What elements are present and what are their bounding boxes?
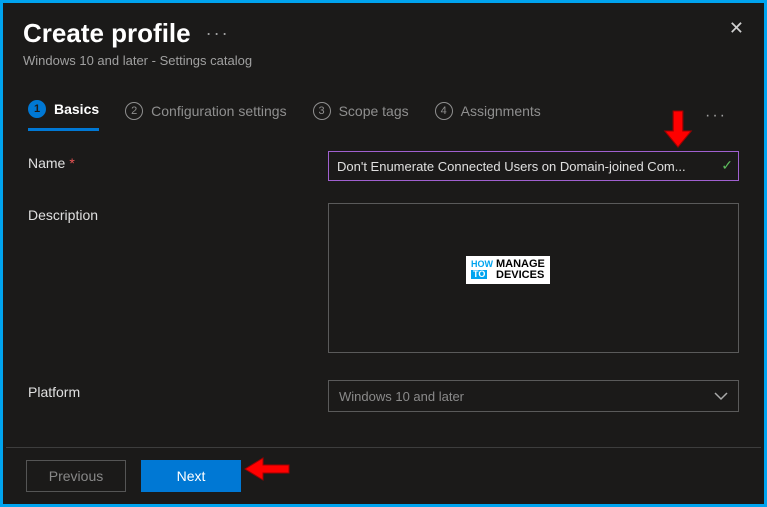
required-icon: * bbox=[69, 155, 74, 171]
watermark-logo: HOW TO MANAGE DEVICES bbox=[466, 256, 550, 284]
tab-basics[interactable]: 1 Basics bbox=[28, 100, 99, 131]
tab-badge-1: 1 bbox=[28, 100, 46, 118]
check-icon: ✓ bbox=[721, 157, 733, 174]
tab-scope-tags[interactable]: 3 Scope tags bbox=[313, 102, 409, 130]
previous-button[interactable]: Previous bbox=[26, 460, 126, 492]
footer: Previous Next bbox=[6, 447, 761, 504]
wizard-tabs: 1 Basics 2 Configuration settings 3 Scop… bbox=[3, 80, 764, 131]
tab-label: Assignments bbox=[461, 103, 541, 119]
name-input[interactable] bbox=[328, 151, 739, 181]
tab-badge-2: 2 bbox=[125, 102, 143, 120]
platform-label: Platform bbox=[28, 380, 328, 400]
annotation-arrow-down-icon bbox=[662, 109, 693, 149]
tab-configuration-settings[interactable]: 2 Configuration settings bbox=[125, 102, 286, 130]
annotation-arrow-left-icon bbox=[243, 456, 291, 482]
platform-value: Windows 10 and later bbox=[339, 389, 464, 404]
tab-assignments[interactable]: 4 Assignments bbox=[435, 102, 541, 130]
title-more-icon[interactable]: ··· bbox=[206, 23, 230, 44]
tab-label: Configuration settings bbox=[151, 103, 286, 119]
next-button[interactable]: Next bbox=[141, 460, 241, 492]
name-label: Name* bbox=[28, 151, 328, 171]
page-subtitle: Windows 10 and later - Settings catalog bbox=[23, 53, 744, 68]
page-title: Create profile bbox=[23, 18, 191, 49]
chevron-down-icon bbox=[714, 389, 728, 404]
platform-select[interactable]: Windows 10 and later bbox=[328, 380, 739, 412]
tab-label: Basics bbox=[54, 101, 99, 117]
tab-label: Scope tags bbox=[339, 103, 409, 119]
tabs-more-icon[interactable]: ··· bbox=[705, 107, 727, 125]
close-icon[interactable]: ✕ bbox=[729, 18, 744, 39]
tab-badge-3: 3 bbox=[313, 102, 331, 120]
description-label: Description bbox=[28, 203, 328, 223]
tab-badge-4: 4 bbox=[435, 102, 453, 120]
